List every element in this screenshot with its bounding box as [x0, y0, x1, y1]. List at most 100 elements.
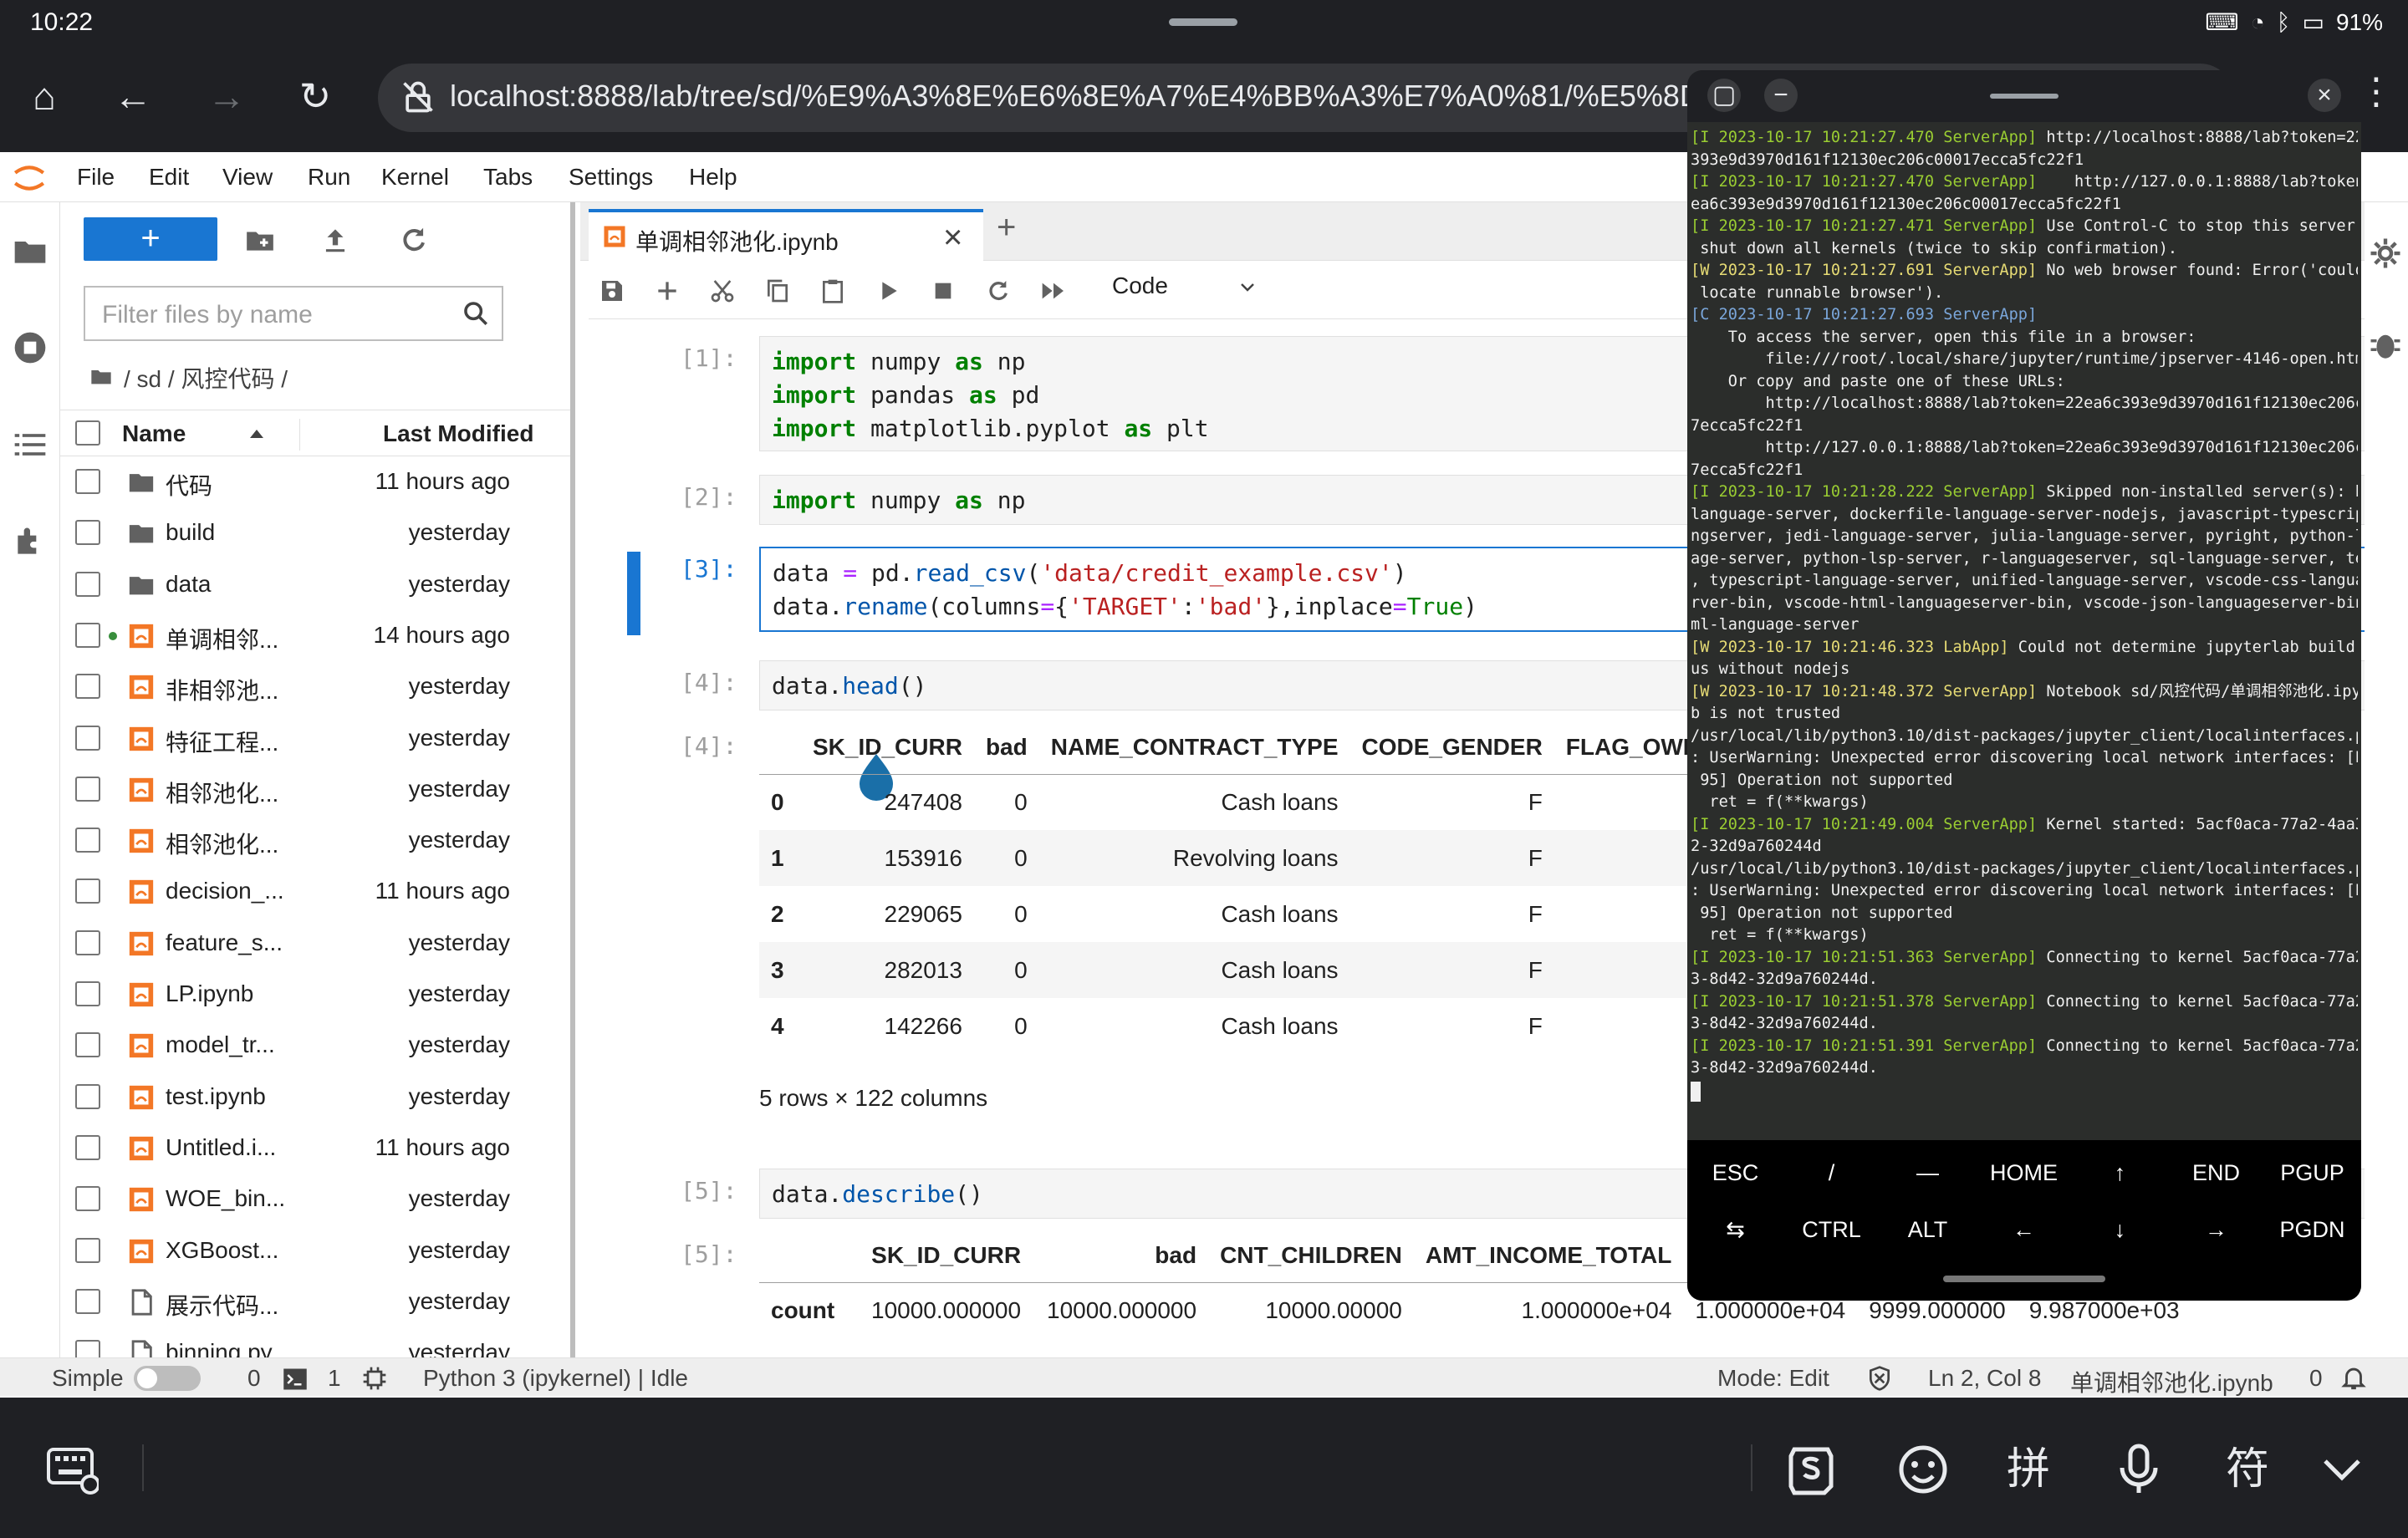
terminal-key[interactable]: /: [1783, 1145, 1880, 1200]
file-name[interactable]: feature_s...: [166, 929, 283, 956]
folder-icon[interactable]: [12, 232, 48, 269]
kernel-chip-icon[interactable]: [361, 1365, 388, 1392]
run-icon[interactable]: [875, 278, 901, 304]
breadcrumb-path[interactable]: / sd / 风控代码 /: [124, 361, 288, 395]
file-list-item[interactable]: XGBoost... yesterday: [60, 1225, 570, 1276]
terminal-key[interactable]: ←: [1976, 1202, 2072, 1257]
file-checkbox[interactable]: [75, 725, 100, 751]
file-checkbox[interactable]: [75, 674, 100, 700]
select-all-checkbox[interactable]: [75, 420, 100, 446]
back-icon[interactable]: ←: [107, 70, 159, 122]
collapse-keyboard-icon[interactable]: [2321, 1453, 2363, 1486]
file-checkbox[interactable]: [75, 981, 100, 1006]
reload-icon[interactable]: ↻: [289, 70, 341, 122]
menu-settings[interactable]: Settings: [569, 164, 653, 191]
file-list-item[interactable]: WOE_bin... yesterday: [60, 1174, 570, 1225]
file-checkbox[interactable]: [75, 520, 100, 546]
running-kernels-icon[interactable]: [12, 329, 48, 366]
file-list-item[interactable]: LP.ipynb yesterday: [60, 969, 570, 1020]
restart-icon[interactable]: [985, 278, 1012, 304]
file-checkbox[interactable]: [75, 622, 100, 648]
column-name[interactable]: Name: [122, 420, 186, 447]
file-name[interactable]: 特征工程...: [166, 725, 278, 758]
menu-view[interactable]: View: [222, 164, 273, 191]
file-name[interactable]: 代码: [166, 468, 212, 502]
terminal-key[interactable]: ⇆: [1687, 1202, 1783, 1257]
debugger-icon[interactable]: [2368, 328, 2403, 363]
file-checkbox[interactable]: [75, 469, 100, 494]
file-list-item[interactable]: Untitled.i... 11 hours ago: [60, 1123, 570, 1174]
extension-manager-icon[interactable]: [12, 523, 48, 560]
terminal-count[interactable]: 0: [247, 1365, 261, 1392]
file-name[interactable]: LP.ipynb: [166, 980, 253, 1007]
terminal-key[interactable]: ALT: [1880, 1202, 1976, 1257]
menu-tabs[interactable]: Tabs: [483, 164, 533, 191]
close-icon[interactable]: ×: [2308, 79, 2341, 112]
file-list-item[interactable]: test.ipynb yesterday: [60, 1072, 570, 1123]
cursor-position[interactable]: Ln 2, Col 8: [1928, 1365, 2041, 1392]
menu-help[interactable]: Help: [689, 164, 737, 191]
file-name[interactable]: build: [166, 519, 215, 546]
file-list-item[interactable]: model_tr... yesterday: [60, 1020, 570, 1071]
close-tab-icon[interactable]: ×: [943, 219, 962, 257]
file-name[interactable]: Untitled.i...: [166, 1134, 276, 1161]
emoji-icon[interactable]: [1896, 1443, 1950, 1496]
file-name[interactable]: test.ipynb: [166, 1083, 266, 1110]
file-list-item[interactable]: 相邻池化... yesterday: [60, 764, 570, 815]
copy-icon[interactable]: [764, 278, 791, 304]
terminal-key[interactable]: CTRL: [1783, 1202, 1880, 1257]
file-name[interactable]: 单调相邻...: [166, 622, 278, 655]
file-checkbox[interactable]: [75, 1032, 100, 1058]
file-list-item[interactable]: feature_s... yesterday: [60, 918, 570, 969]
cut-icon[interactable]: [709, 278, 736, 304]
terminal-key[interactable]: ESC: [1687, 1145, 1783, 1200]
table-of-contents-icon[interactable]: [12, 426, 48, 463]
microphone-icon[interactable]: [2115, 1443, 2162, 1496]
column-separator[interactable]: [299, 419, 300, 451]
insert-cell-icon[interactable]: [654, 278, 681, 304]
forward-icon[interactable]: →: [201, 70, 253, 122]
terminal-icon[interactable]: [283, 1367, 308, 1392]
new-folder-icon[interactable]: [244, 224, 276, 256]
file-list-item[interactable]: 展示代码... yesterday: [60, 1276, 570, 1327]
terminal-titlebar[interactable]: ▢ − ×: [1687, 70, 2361, 122]
maximize-icon[interactable]: ▢: [1707, 79, 1741, 112]
file-list-item[interactable]: decision_... 11 hours ago: [60, 866, 570, 917]
column-last-modified[interactable]: Last Modified: [383, 420, 533, 447]
run-all-icon[interactable]: [1040, 278, 1067, 304]
home-icon[interactable]: ⌂: [18, 70, 70, 122]
cell-type-value[interactable]: Code: [1112, 272, 1168, 298]
notification-count[interactable]: 0: [2309, 1365, 2323, 1392]
terminal-key[interactable]: PGUP: [2264, 1145, 2360, 1200]
upload-icon[interactable]: [319, 224, 351, 256]
file-name[interactable]: 相邻池化...: [166, 827, 278, 860]
file-checkbox[interactable]: [75, 1237, 100, 1263]
file-name[interactable]: WOE_bin...: [166, 1185, 285, 1212]
file-name[interactable]: model_tr...: [166, 1031, 275, 1058]
file-checkbox[interactable]: [75, 1083, 100, 1109]
menu-file[interactable]: File: [77, 164, 115, 191]
file-list-item[interactable]: 相邻池化... yesterday: [60, 815, 570, 866]
minimize-icon[interactable]: −: [1764, 79, 1798, 112]
terminal-output[interactable]: [I 2023-10-17 10:21:27.470 ServerApp] ht…: [1691, 127, 2358, 1182]
file-list-item[interactable]: build yesterday: [60, 507, 570, 558]
terminal-drag-handle[interactable]: [1990, 94, 2059, 99]
refresh-icon[interactable]: [398, 224, 430, 256]
kernel-count[interactable]: 1: [328, 1365, 341, 1392]
file-checkbox[interactable]: [75, 1186, 100, 1212]
file-checkbox[interactable]: [75, 1134, 100, 1160]
file-checkbox[interactable]: [75, 828, 100, 853]
file-name[interactable]: decision_...: [166, 878, 284, 904]
file-checkbox[interactable]: [75, 1288, 100, 1314]
window-drag-handle[interactable]: [1169, 18, 1237, 26]
property-inspector-icon[interactable]: [2368, 236, 2403, 271]
file-checkbox[interactable]: [75, 776, 100, 802]
sogou-logo-icon[interactable]: [1784, 1443, 1838, 1496]
simple-mode-toggle[interactable]: [134, 1366, 201, 1391]
browser-menu-icon[interactable]: ⋮: [2358, 74, 2395, 110]
stop-icon[interactable]: [930, 278, 957, 304]
file-list-item[interactable]: 非相邻池... yesterday: [60, 661, 570, 712]
symbols-button[interactable]: 符: [2221, 1443, 2274, 1496]
file-name[interactable]: data: [166, 571, 212, 598]
menu-edit[interactable]: Edit: [149, 164, 189, 191]
